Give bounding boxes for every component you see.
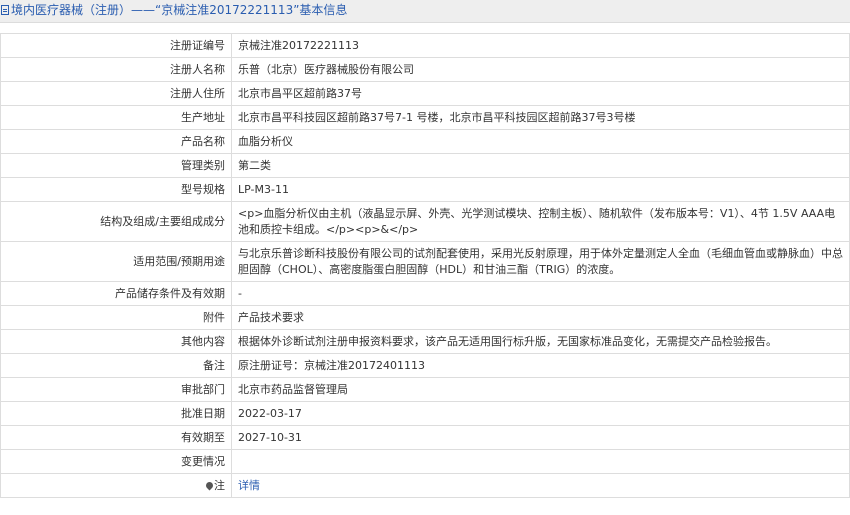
table-row: 产品储存条件及有效期 - [0,281,850,306]
row-value: 乐普（北京）医疗器械股份有限公司 [231,57,850,82]
table-row: 其他内容 根据体外诊断试剂注册申报资料要求，该产品无适用国行标升版，无国家标准品… [0,329,850,354]
table-row: 批准日期 2022-03-17 [0,401,850,426]
table-row: 附件 产品技术要求 [0,305,850,330]
row-label: 型号规格 [0,177,232,202]
row-label: 审批部门 [0,377,232,402]
table-row: 有效期至 2027-10-31 [0,425,850,450]
row-label: 产品名称 [0,129,232,154]
table-row: 注册人住所 北京市昌平区超前路37号 [0,81,850,106]
row-label: 有效期至 [0,425,232,450]
table-row: 型号规格 LP-M3-11 [0,177,850,202]
row-value: <p>血脂分析仪由主机（液晶显示屏、外壳、光学测试模块、控制主板）、随机软件（发… [231,201,850,242]
table-row: 注 详情 [0,473,850,498]
map-pin-icon [204,480,215,490]
row-label: 适用范围/预期用途 [0,241,232,282]
row-label: 其他内容 [0,329,232,354]
row-label: 管理类别 [0,153,232,178]
row-value [231,449,850,474]
row-value: 2022-03-17 [231,401,850,426]
table-row: 审批部门 北京市药品监督管理局 [0,377,850,402]
row-label: 生产地址 [0,105,232,130]
row-label: 批准日期 [0,401,232,426]
row-value: 北京市昌平科技园区超前路37号7-1 号楼，北京市昌平科技园区超前路37号3号楼 [231,105,850,130]
row-value: 与北京乐普诊断科技股份有限公司的试剂配套使用，采用光反射原理，用于体外定量测定人… [231,241,850,282]
row-label: 附件 [0,305,232,330]
table-row: 结构及组成/主要组成成分 <p>血脂分析仪由主机（液晶显示屏、外壳、光学测试模块… [0,201,850,242]
row-label-note: 注 [0,473,232,498]
row-value: 详情 [231,473,850,498]
row-label: 结构及组成/主要组成成分 [0,201,232,242]
row-value: 北京市昌平区超前路37号 [231,81,850,106]
row-value: 2027-10-31 [231,425,850,450]
details-link[interactable]: 详情 [238,479,260,492]
row-value: 产品技术要求 [231,305,850,330]
row-value: - [231,281,850,306]
row-label: 变更情况 [0,449,232,474]
row-label: 注册证编号 [0,33,232,58]
document-icon [1,5,9,15]
detail-table: 注册证编号 京械注准20172221113 注册人名称 乐普（北京）医疗器械股份… [0,33,850,498]
row-label: 备注 [0,353,232,378]
row-value: 北京市药品监督管理局 [231,377,850,402]
row-value: 第二类 [231,153,850,178]
table-row: 注册人名称 乐普（北京）医疗器械股份有限公司 [0,57,850,82]
page-title: 境内医疗器械（注册）——“京械注准20172221113”基本信息 [11,3,348,17]
row-label: 注册人名称 [0,57,232,82]
table-row: 变更情况 [0,449,850,474]
row-value: LP-M3-11 [231,177,850,202]
table-row: 适用范围/预期用途 与北京乐普诊断科技股份有限公司的试剂配套使用，采用光反射原理… [0,241,850,282]
row-label: 注册人住所 [0,81,232,106]
row-value: 根据体外诊断试剂注册申报资料要求，该产品无适用国行标升版，无国家标准品变化，无需… [231,329,850,354]
row-value: 血脂分析仪 [231,129,850,154]
row-label: 产品储存条件及有效期 [0,281,232,306]
table-row: 产品名称 血脂分析仪 [0,129,850,154]
note-label: 注 [214,478,225,492]
table-row: 生产地址 北京市昌平科技园区超前路37号7-1 号楼，北京市昌平科技园区超前路3… [0,105,850,130]
table-row: 管理类别 第二类 [0,153,850,178]
row-value: 原注册证号：京械注准20172401113 [231,353,850,378]
row-value: 京械注准20172221113 [231,33,850,58]
table-row: 注册证编号 京械注准20172221113 [0,33,850,58]
table-row: 备注 原注册证号：京械注准20172401113 [0,353,850,378]
page-title-bar: 境内医疗器械（注册）——“京械注准20172221113”基本信息 [0,0,850,23]
